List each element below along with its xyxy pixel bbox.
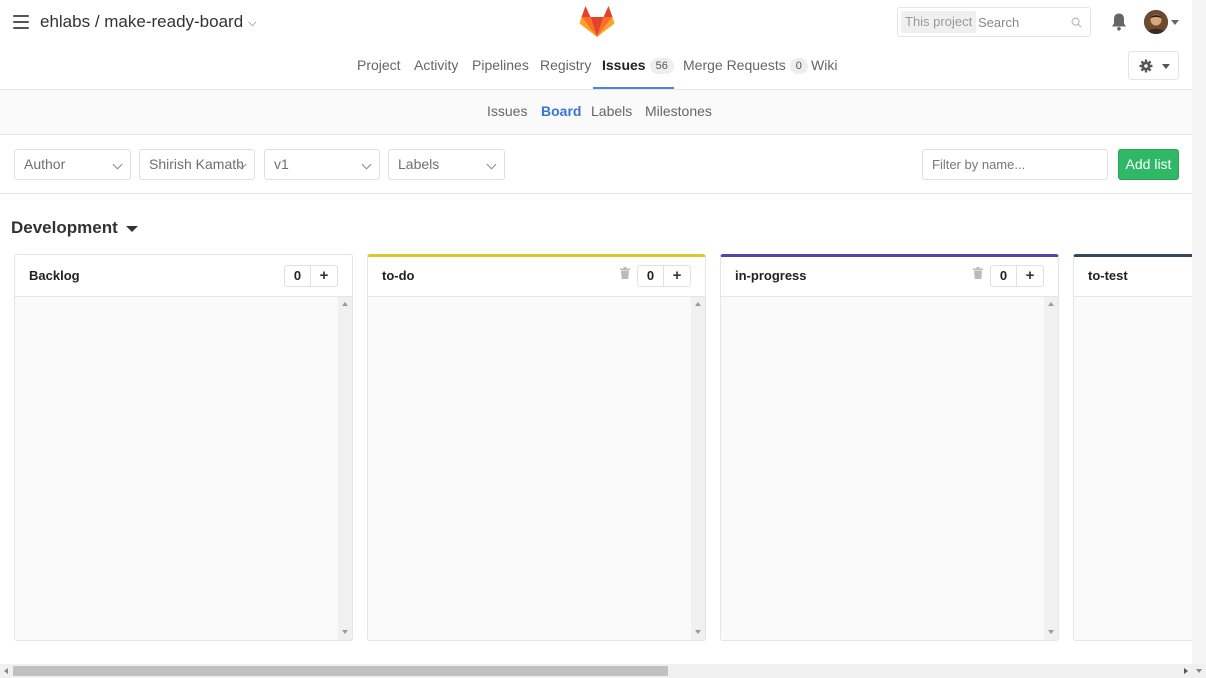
search-input[interactable] xyxy=(978,12,1068,32)
nav-project-label: Project xyxy=(357,57,401,73)
scroll-up-arrow-icon[interactable] xyxy=(1048,302,1054,306)
scroll-down-arrow-icon[interactable] xyxy=(695,630,701,634)
issues-subnav: Issues Board Labels Milestones xyxy=(0,90,1192,135)
nav-registry-label: Registry xyxy=(540,57,592,73)
list-body[interactable] xyxy=(1074,297,1192,640)
trash-icon[interactable] xyxy=(620,267,630,279)
scroll-up-arrow-icon[interactable] xyxy=(342,302,348,306)
scroll-up-arrow-icon[interactable] xyxy=(695,302,701,306)
scrollbar-thumb[interactable] xyxy=(13,666,668,676)
nav-project[interactable]: Project xyxy=(357,53,401,77)
project-title[interactable]: ehlabs / make-ready-board ⌵ xyxy=(40,12,257,32)
list-title: to-test xyxy=(1088,268,1128,283)
list-header: to-test xyxy=(1074,257,1192,297)
scroll-down-arrow-icon[interactable] xyxy=(342,630,348,634)
add-issue-button[interactable]: + xyxy=(664,266,690,286)
author-dropdown-label: Author xyxy=(24,156,66,172)
settings-dropdown-button[interactable] xyxy=(1128,51,1179,80)
search-icon xyxy=(1071,17,1082,28)
list-header: to-do 0 + xyxy=(368,257,705,297)
board-list-to-test: to-test xyxy=(1073,254,1192,641)
nav-activity-label: Activity xyxy=(414,57,459,73)
subnav-board[interactable]: Board xyxy=(541,103,581,119)
list-count-group: 0 + xyxy=(284,265,338,287)
project-title-text: ehlabs / make-ready-board xyxy=(40,12,244,31)
nav-issues[interactable]: Issues 56 xyxy=(602,53,674,77)
list-header: Backlog 0 + xyxy=(15,255,352,297)
scroll-left-arrow-icon[interactable] xyxy=(4,668,8,674)
board-horizontal-scrollbar[interactable] xyxy=(0,664,1206,678)
subnav-issues[interactable]: Issues xyxy=(487,103,527,119)
caret-down-icon xyxy=(1162,64,1170,69)
milestone-dropdown[interactable]: v1 xyxy=(264,149,380,180)
milestone-dropdown-label: v1 xyxy=(274,156,289,172)
gear-icon xyxy=(1139,59,1153,73)
active-tab-underline xyxy=(593,87,674,89)
nav-merge-requests[interactable]: Merge Requests 0 xyxy=(683,53,808,77)
subnav-milestones[interactable]: Milestones xyxy=(645,103,712,119)
scroll-right-arrow-icon[interactable] xyxy=(1184,668,1188,674)
board-list-backlog: Backlog 0 + xyxy=(14,254,353,641)
add-issue-button[interactable]: + xyxy=(1017,266,1043,286)
list-header: in-progress 0 + xyxy=(721,257,1058,297)
bell-icon[interactable] xyxy=(1110,12,1128,32)
subnav-labels[interactable]: Labels xyxy=(591,103,632,119)
labels-dropdown[interactable]: Labels xyxy=(388,149,505,180)
board-list-in-progress: in-progress 0 + xyxy=(720,254,1059,641)
chevron-down-icon xyxy=(361,159,372,170)
search-box[interactable]: This project xyxy=(897,7,1091,37)
board-title: Development xyxy=(11,218,118,237)
chevron-down-icon xyxy=(112,159,123,170)
filter-bar: Author Shirish Kamath v1 Labels Add list xyxy=(0,135,1192,194)
gitlab-logo-icon[interactable] xyxy=(579,5,615,39)
list-scrollbar[interactable] xyxy=(691,297,705,640)
nav-pipelines-label: Pipelines xyxy=(472,57,529,73)
board-list-to-do: to-do 0 + xyxy=(367,254,706,641)
nav-issues-label: Issues xyxy=(602,57,646,73)
chevron-down-icon xyxy=(486,159,497,170)
list-body[interactable] xyxy=(368,297,691,640)
user-avatar[interactable] xyxy=(1144,10,1168,34)
nav-wiki-label: Wiki xyxy=(811,57,838,73)
list-count-group: 0 + xyxy=(637,265,691,287)
board-selector[interactable]: Development xyxy=(11,218,138,238)
chevron-down-icon: ⌵ xyxy=(248,17,257,29)
nav-registry[interactable]: Registry xyxy=(540,53,591,77)
issue-count: 0 xyxy=(991,266,1017,286)
search-scope-badge[interactable]: This project xyxy=(901,11,977,33)
avatar-dropdown-caret-icon[interactable] xyxy=(1171,20,1179,25)
list-title: Backlog xyxy=(29,268,80,283)
list-body[interactable] xyxy=(721,297,1044,640)
list-scrollbar[interactable] xyxy=(1044,297,1058,640)
scroll-down-arrow-icon[interactable] xyxy=(1196,669,1202,673)
list-title: in-progress xyxy=(735,268,807,283)
issues-count-badge: 56 xyxy=(649,58,674,75)
filter-by-name-input[interactable] xyxy=(922,149,1108,180)
list-body[interactable] xyxy=(15,297,338,640)
labels-dropdown-label: Labels xyxy=(398,156,440,172)
trash-icon[interactable] xyxy=(973,267,983,279)
list-count-group: 0 + xyxy=(990,265,1044,287)
top-header: ehlabs / make-ready-board ⌵ This project … xyxy=(0,0,1192,90)
issue-count: 0 xyxy=(638,266,664,286)
list-title: to-do xyxy=(382,268,415,283)
add-issue-button[interactable]: + xyxy=(311,266,337,286)
nav-wiki[interactable]: Wiki xyxy=(811,53,837,77)
nav-pipelines[interactable]: Pipelines xyxy=(472,53,529,77)
nav-merge-requests-label: Merge Requests xyxy=(683,57,786,73)
assignee-dropdown[interactable]: Shirish Kamath xyxy=(139,149,255,180)
author-dropdown[interactable]: Author xyxy=(14,149,131,180)
scroll-down-arrow-icon[interactable] xyxy=(1048,630,1054,634)
project-nav: Project Activity Pipelines Registry Issu… xyxy=(0,53,1192,90)
page-vertical-scrollbar[interactable] xyxy=(1192,0,1206,664)
nav-activity[interactable]: Activity xyxy=(414,53,458,77)
hamburger-menu-icon[interactable] xyxy=(13,15,29,29)
assignee-dropdown-label: Shirish Kamath xyxy=(149,156,244,172)
caret-down-icon xyxy=(125,225,138,232)
list-scrollbar[interactable] xyxy=(338,297,352,640)
merge-requests-count-badge: 0 xyxy=(789,58,808,75)
add-list-button[interactable]: Add list xyxy=(1118,149,1179,180)
issue-count: 0 xyxy=(285,266,311,286)
